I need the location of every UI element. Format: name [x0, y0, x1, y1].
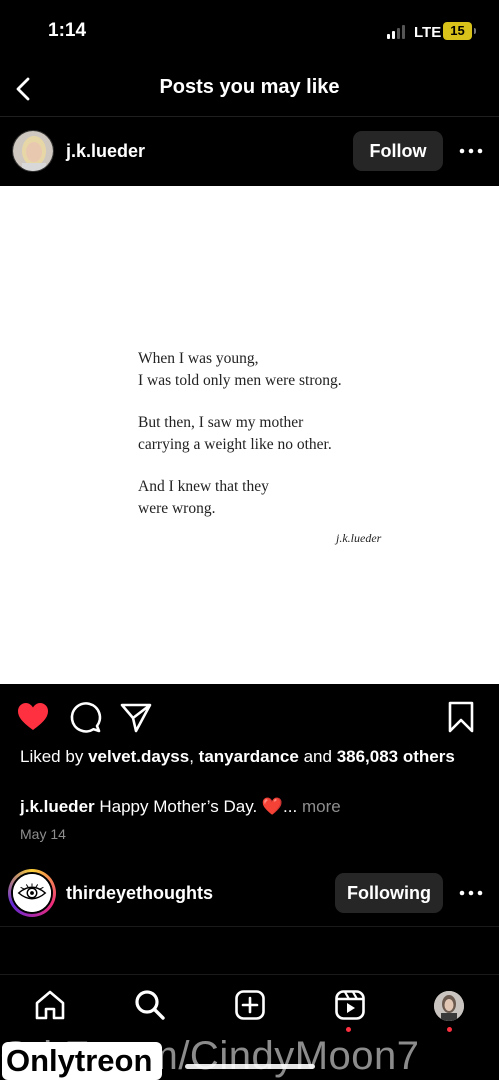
next-post-username[interactable]: thirdeyethoughts — [66, 883, 213, 904]
notification-dot — [447, 1027, 452, 1032]
signal-icon — [387, 25, 407, 39]
likes-and: and — [303, 747, 332, 766]
caption-more-link[interactable]: more — [302, 797, 341, 816]
poem-line: were wrong. — [138, 500, 216, 517]
heart-icon[interactable] — [16, 700, 50, 734]
watermark: O i F .c m/CindyMoon7 Onlytreon — [0, 1034, 499, 1080]
post-caption: j.k.lueder Happy Mother’s Day. ❤️... mor… — [20, 796, 480, 818]
liked-by-user[interactable]: velvet.dayss — [88, 747, 189, 766]
follow-button[interactable]: Follow — [353, 131, 443, 171]
likes-count[interactable]: 386,083 others — [337, 747, 455, 766]
poem-line: I was told only men were strong. — [138, 372, 342, 389]
comment-icon[interactable] — [68, 700, 102, 734]
post-date: May 14 — [20, 826, 66, 842]
avatar[interactable] — [8, 869, 56, 917]
bookmark-icon[interactable] — [444, 700, 478, 734]
post-header: j.k.lueder Follow — [0, 120, 499, 184]
likes-separator: , — [189, 747, 194, 766]
poem-line: And I knew that they — [138, 478, 269, 495]
more-options-icon[interactable] — [458, 882, 484, 904]
status-time: 1:14 — [48, 20, 87, 41]
caption-username[interactable]: j.k.lueder — [20, 797, 95, 816]
poem-stanza-3: And I knew that they were wrong. — [138, 476, 398, 520]
liked-by-user[interactable]: tanyardance — [199, 747, 299, 766]
search-icon[interactable] — [134, 989, 166, 1021]
likes-prefix: Liked by — [20, 747, 84, 766]
notification-dot — [346, 1027, 351, 1032]
share-icon[interactable] — [119, 700, 153, 734]
reels-icon[interactable] — [334, 989, 366, 1021]
likes-summary[interactable]: Liked by velvet.dayss, tanyardance and 3… — [20, 746, 480, 767]
divider — [0, 926, 499, 927]
header-divider — [0, 116, 499, 117]
more-options-icon[interactable] — [458, 140, 484, 162]
page-title: Posts you may like — [159, 76, 340, 98]
poem-text: When I was young, I was told only men we… — [138, 348, 398, 540]
next-post-header: thirdeyethoughts Following — [0, 862, 499, 926]
watermark-logo: Onlytreon — [2, 1042, 162, 1080]
nav-header: Posts you may like — [0, 64, 499, 114]
profile-avatar[interactable] — [434, 991, 464, 1021]
post-image[interactable]: When I was young, I was told only men we… — [0, 186, 499, 684]
status-bar: 1:14 LTE 15 — [0, 0, 499, 60]
caption-text: Happy Mother’s Day. ❤️... — [99, 797, 298, 816]
bottom-nav — [0, 974, 499, 1040]
battery-icon: 15 — [443, 22, 476, 40]
poem-signature: j.k.lueder — [336, 531, 382, 545]
poem-line: When I was young, — [138, 350, 259, 367]
home-icon[interactable] — [34, 989, 66, 1021]
network-label: LTE — [414, 24, 442, 41]
avatar[interactable] — [12, 130, 54, 172]
poem-stanza-1: When I was young, I was told only men we… — [138, 348, 398, 392]
poem-line: carrying a weight like no other. — [138, 436, 332, 453]
create-post-icon[interactable] — [234, 989, 266, 1021]
post-username[interactable]: j.k.lueder — [66, 141, 145, 162]
post-actions — [0, 688, 499, 744]
poem-line: But then, I saw my mother — [138, 414, 304, 431]
poem-stanza-2: But then, I saw my mother carrying a wei… — [138, 412, 398, 456]
home-indicator — [185, 1064, 315, 1069]
following-button[interactable]: Following — [335, 873, 443, 913]
